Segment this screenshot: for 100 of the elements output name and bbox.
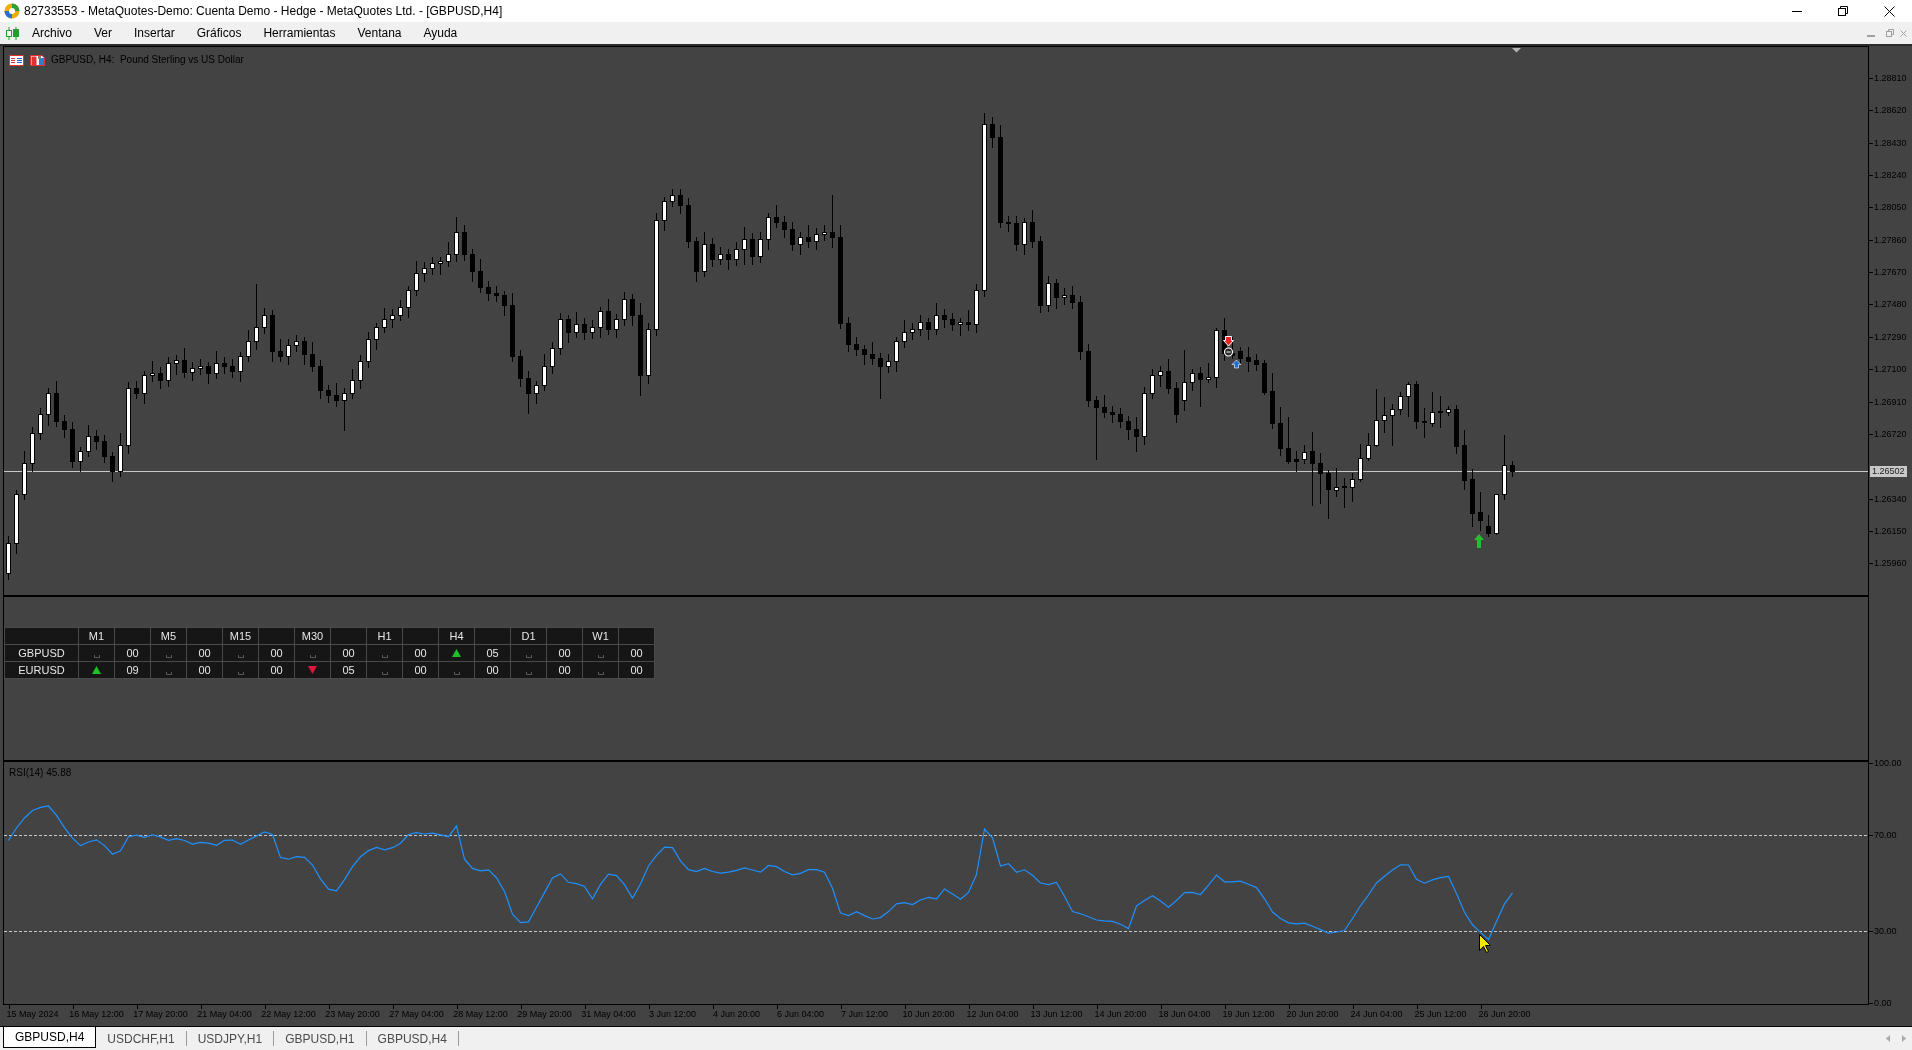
neutral-mark-icon — [165, 655, 172, 658]
table-cell: 00 — [187, 662, 222, 678]
candle — [1326, 469, 1331, 520]
time-axis-label: 17 May 20:00 — [133, 1009, 188, 1020]
candle — [430, 256, 435, 276]
time-axis-label: 27 May 04:00 — [389, 1009, 444, 1020]
window-title: 82733553 - MetaQuotes-Demo: Cuenta Demo - Hedge - MetaQuotes Ltd. - [GBPUSD,H4] — [24, 3, 503, 20]
candle — [910, 322, 915, 341]
table-cell: 00 — [259, 645, 294, 661]
neutral-mark-icon — [309, 655, 316, 658]
candle — [46, 387, 51, 427]
candle — [1046, 275, 1051, 313]
candle — [326, 384, 331, 404]
indicator-label: RSI(14) 45.88 — [9, 767, 72, 778]
menu-item[interactable]: Ayuda — [412, 22, 469, 44]
candle — [974, 283, 979, 334]
candle — [1382, 396, 1387, 434]
candle — [30, 426, 35, 473]
candle — [1478, 491, 1483, 532]
chart-tab[interactable]: GBPUSD,H4 — [366, 1031, 459, 1046]
candle — [1118, 407, 1123, 429]
candle — [1022, 217, 1027, 256]
menu-item[interactable]: Insertar — [123, 22, 186, 44]
candle — [1198, 366, 1203, 408]
candle — [254, 283, 259, 351]
candle — [1174, 381, 1179, 424]
candle — [110, 451, 115, 483]
table-cell: 00 — [187, 645, 222, 661]
candle — [494, 285, 499, 303]
scroll-left-icon[interactable] — [1886, 1035, 1890, 1042]
table-cell: 00 — [403, 662, 438, 678]
restore-icon — [1886, 29, 1894, 37]
candle — [614, 313, 619, 339]
candle — [934, 302, 939, 336]
axis-label: 1.25960 — [1874, 558, 1907, 569]
column-header: M1 — [79, 628, 114, 644]
candle — [54, 380, 59, 428]
time-axis-label: 21 May 04:00 — [197, 1009, 252, 1020]
menu-item[interactable]: Ventana — [346, 22, 413, 44]
candle — [846, 316, 851, 353]
time-axis-label: 15 May 2024 — [6, 1009, 59, 1020]
column-header: H4 — [439, 628, 474, 644]
table-cell: 00 — [259, 662, 294, 678]
close-icon — [1900, 29, 1907, 37]
candle — [1206, 362, 1211, 384]
chart-tab[interactable]: USDJPY,H1 — [186, 1031, 275, 1046]
chart-tab[interactable]: USDCHF,H1 — [96, 1031, 187, 1046]
candle — [1246, 346, 1251, 373]
column-header: M30 — [295, 628, 330, 644]
candle — [1254, 353, 1259, 372]
axis-label: 1.28430 — [1874, 138, 1907, 149]
chart-tab[interactable]: GBPUSD,H4 — [3, 1027, 97, 1048]
candle — [158, 366, 163, 390]
candle — [270, 309, 275, 363]
candle — [574, 311, 579, 339]
candle — [886, 353, 891, 374]
neutral-mark-icon — [237, 672, 244, 675]
time-axis-label: 20 Jun 20:00 — [1286, 1009, 1339, 1020]
cursor-icon — [1479, 934, 1491, 953]
candle — [1438, 395, 1443, 429]
restore-icon — [1838, 6, 1848, 16]
candle — [518, 349, 523, 388]
candle — [1102, 394, 1107, 419]
axis-label: 1.26150 — [1874, 526, 1907, 537]
time-axis-label: 14 Jun 20:00 — [1094, 1009, 1147, 1020]
candle — [902, 319, 907, 349]
candle — [94, 429, 99, 451]
table-cell: GBPUSD — [5, 645, 78, 661]
scroll-right-icon[interactable] — [1902, 1035, 1906, 1042]
candle — [1278, 406, 1283, 457]
candle — [238, 351, 243, 383]
candle — [174, 354, 179, 376]
down-triangle-icon[interactable] — [1512, 48, 1521, 53]
candle — [1158, 365, 1163, 388]
candle — [382, 307, 387, 334]
table-cell: 00 — [403, 645, 438, 661]
candle — [150, 360, 155, 383]
up-arrow-icon — [1231, 359, 1242, 369]
candle — [1390, 403, 1395, 447]
time-axis-label: 16 May 12:00 — [69, 1009, 124, 1020]
candle — [294, 334, 299, 353]
menu-item[interactable]: Gráficos — [185, 22, 253, 44]
menu-item[interactable]: Ver — [83, 22, 124, 44]
candle — [1502, 434, 1507, 501]
candle — [446, 241, 451, 268]
candle — [542, 353, 547, 392]
candle — [1510, 460, 1515, 478]
candle — [1126, 415, 1131, 441]
chart-tab[interactable]: GBPUSD,H1 — [274, 1031, 367, 1046]
menu-item[interactable]: Archivo — [21, 22, 83, 44]
candle — [1270, 372, 1275, 430]
candle — [438, 256, 443, 276]
menu-item[interactable]: Herramientas — [252, 22, 347, 44]
candle — [1374, 388, 1379, 448]
candle — [766, 212, 771, 251]
candle — [750, 232, 755, 266]
candle — [678, 188, 683, 215]
candle — [38, 407, 43, 441]
candle — [990, 116, 995, 149]
axis-label: 100.00 — [1874, 758, 1902, 769]
